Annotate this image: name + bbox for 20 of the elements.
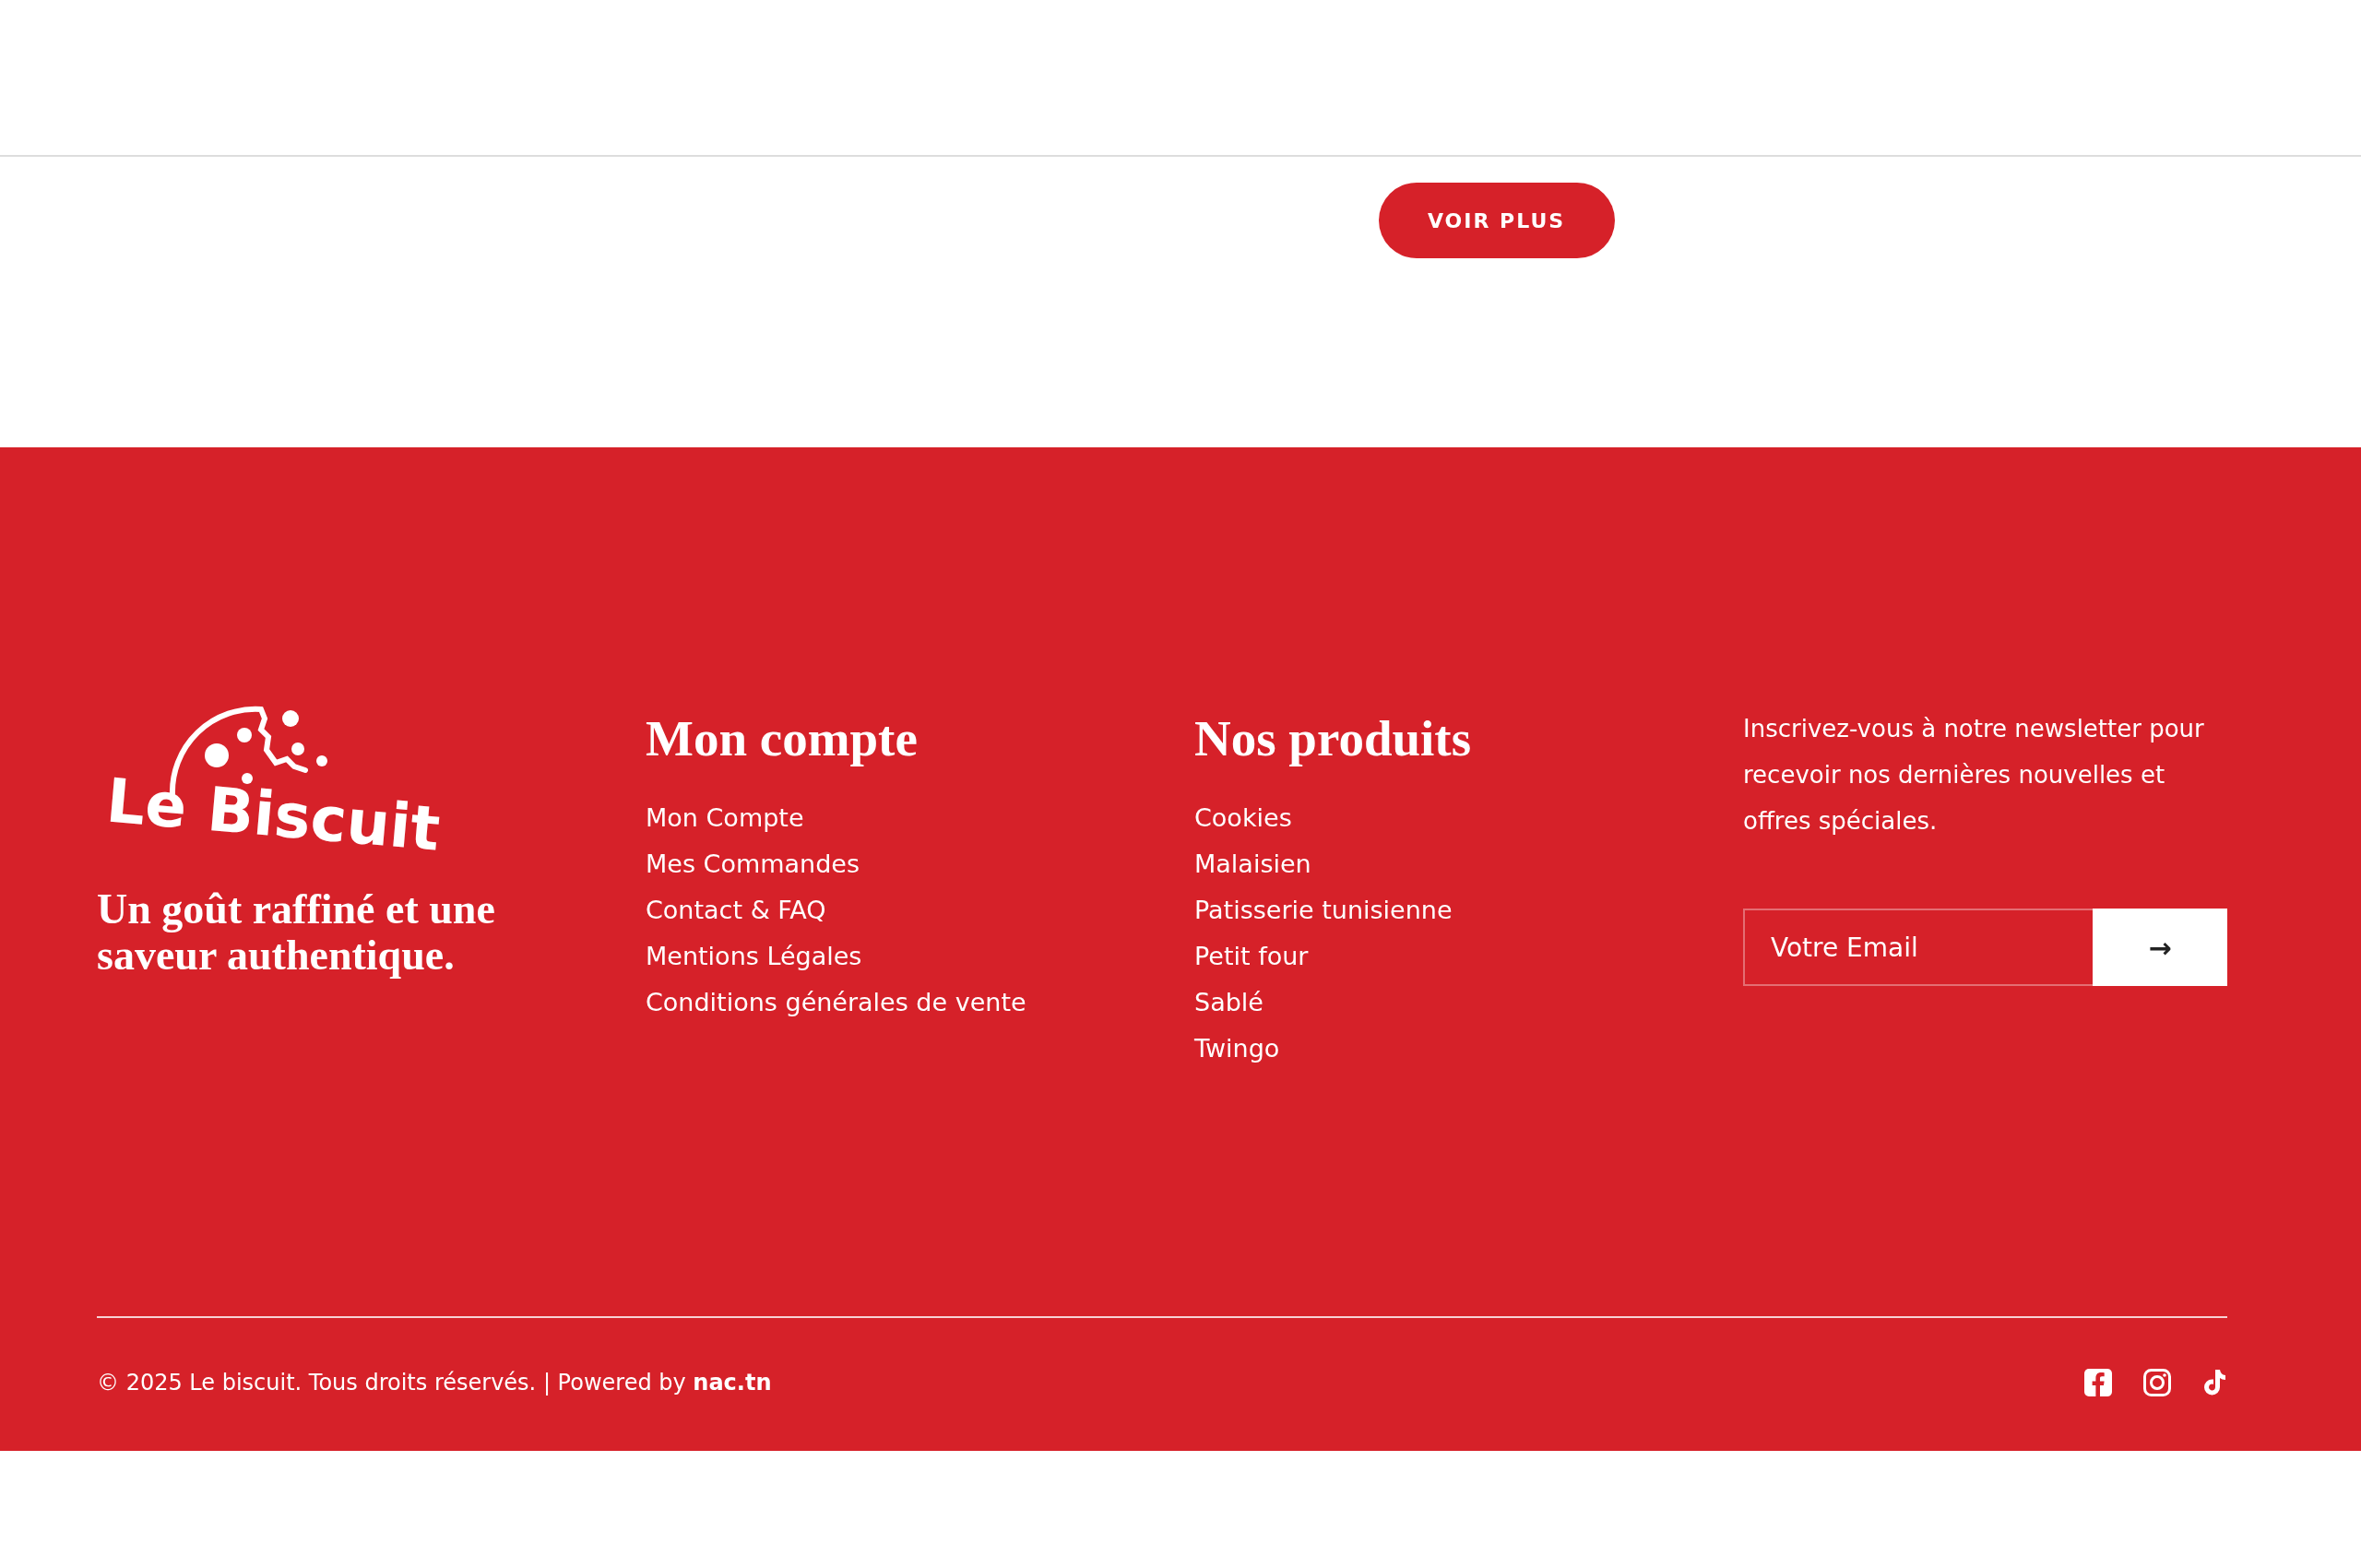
footer-link[interactable]: Cookies	[1194, 795, 1292, 841]
footer-link[interactable]: Mon Compte	[646, 795, 804, 841]
footer-link[interactable]: Sablé	[1194, 980, 1264, 1026]
footer-link[interactable]: Twingo	[1194, 1026, 1280, 1072]
footer-link[interactable]: Petit four	[1194, 933, 1309, 980]
instagram-icon[interactable]	[2142, 1368, 2172, 1397]
copyright-text: © 2025 Le biscuit. Tous droits réservés. | Powered by nac.tn	[97, 1370, 772, 1396]
subscribe-button[interactable]: →	[2093, 909, 2227, 986]
logo-text: Le Biscuit	[103, 770, 443, 861]
footer-link[interactable]: Mes Commandes	[646, 841, 860, 887]
footer-link[interactable]: Conditions générales de vente	[646, 980, 1026, 1026]
tiktok-icon[interactable]	[2201, 1368, 2227, 1397]
brand-tagline: Un goût raffiné et une saveur authentique.	[97, 886, 496, 979]
voir-plus-button[interactable]: VOIR PLUS	[1378, 183, 1615, 258]
footer-link[interactable]: Patisserie tunisienne	[1194, 887, 1453, 933]
facebook-icon[interactable]	[2083, 1368, 2113, 1397]
footer-link[interactable]: Contact & FAQ	[646, 887, 826, 933]
footer-link[interactable]: Mentions Légales	[646, 933, 862, 980]
footer-link[interactable]: Malaisien	[1194, 841, 1311, 887]
newsletter-text: Inscrivez-vous à notre newsletter pour recevoir nos dernières nouvelles et offres spéciales.	[1743, 714, 2205, 837]
